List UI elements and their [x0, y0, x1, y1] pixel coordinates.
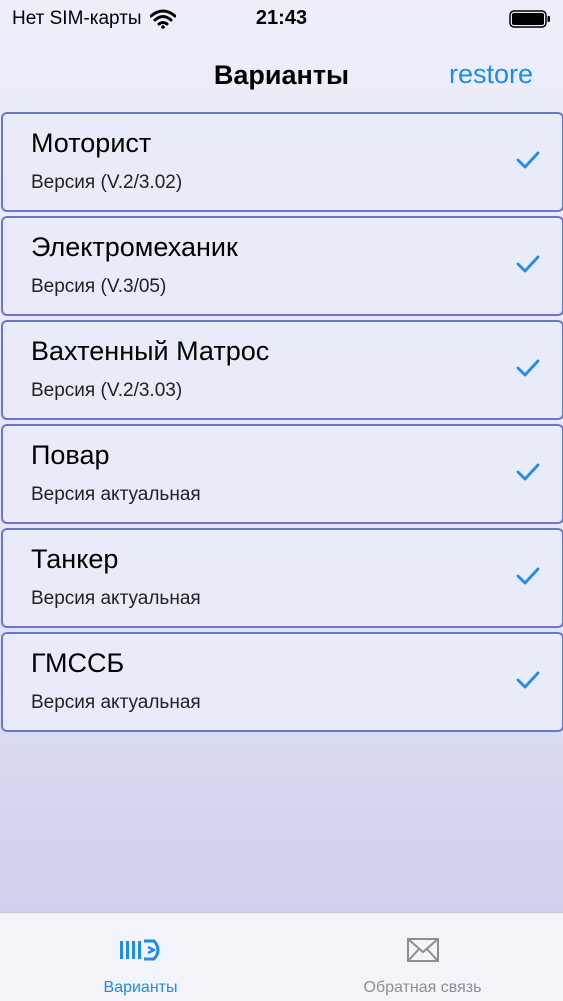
item-subtitle: Версия актуальная [31, 588, 201, 609]
list-arrow-icon [119, 939, 159, 961]
item-subtitle: Версия (V.2/3.03) [31, 380, 183, 401]
navigation-bar: Варианты restore [0, 50, 563, 102]
list-item[interactable]: Вахтенный Матрос Версия (V.2/3.03) [1, 320, 563, 420]
item-title: Вахтенный Матрос [31, 336, 270, 366]
item-subtitle: Версия актуальная [31, 484, 201, 505]
tab-variants-label: Варианты [103, 979, 178, 996]
list-item[interactable]: Танкер Версия актуальная [1, 528, 563, 628]
tab-variants[interactable]: Варианты [0, 913, 281, 1001]
checkmark-icon [516, 151, 540, 169]
battery-icon [509, 10, 550, 28]
list-item[interactable]: Электромеханик Версия (V.3/05) [1, 216, 563, 316]
tab-bar: Варианты Обратная связь [0, 912, 563, 1001]
item-title: Электромеханик [31, 232, 238, 262]
item-title: Танкер [31, 544, 119, 574]
checkmark-icon [516, 359, 540, 377]
item-title: Моторист [31, 128, 152, 158]
item-title: ГМССБ [31, 648, 125, 678]
list-item[interactable]: Повар Версия актуальная [1, 424, 563, 524]
list-item[interactable]: Моторист Версия (V.2/3.02) [1, 112, 563, 212]
tab-feedback-label: Обратная связь [363, 979, 482, 996]
checkmark-icon [516, 463, 540, 481]
checkmark-icon [516, 671, 540, 689]
envelope-icon [406, 938, 439, 962]
list-item[interactable]: ГМССБ Версия актуальная [1, 632, 563, 732]
status-bar: Нет SIM-карты 21:43 [0, 0, 563, 40]
item-subtitle: Версия актуальная [31, 692, 201, 713]
clock: 21:43 [255, 7, 308, 29]
variants-list: Моторист Версия (V.2/3.02) Электромехани… [0, 112, 563, 736]
item-subtitle: Версия (V.2/3.02) [31, 172, 183, 193]
tab-feedback[interactable]: Обратная связь [282, 913, 563, 1001]
restore-button[interactable]: restore [449, 59, 533, 90]
checkmark-icon [516, 567, 540, 585]
item-title: Повар [31, 440, 110, 470]
checkmark-icon [516, 255, 540, 273]
item-subtitle: Версия (V.3/05) [31, 276, 167, 297]
